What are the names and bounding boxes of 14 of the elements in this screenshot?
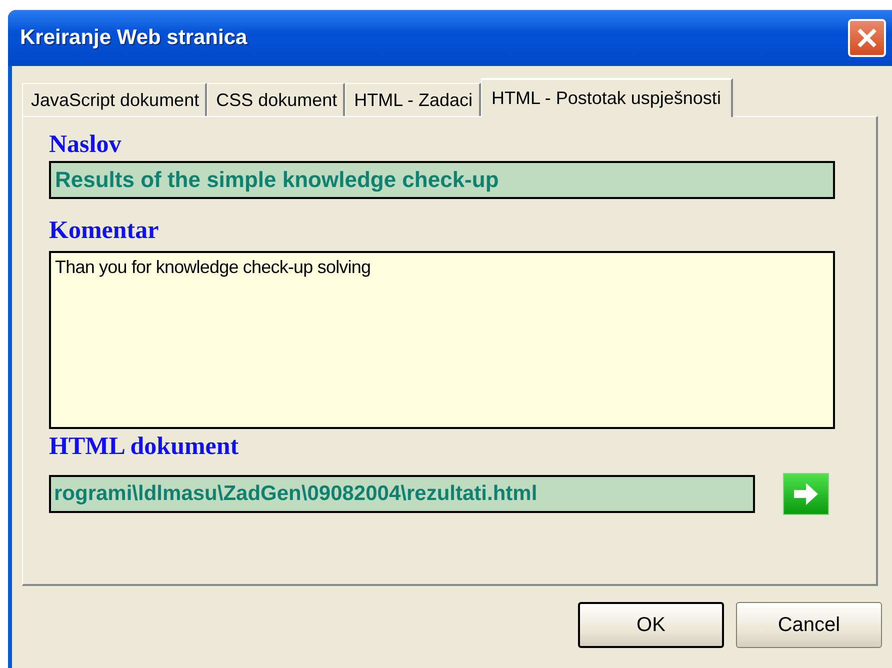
field-label: Naslov [49,131,122,159]
go-button[interactable] [783,473,829,515]
field-label: Komentar [49,217,159,245]
tab[interactable]: HTML - Postotak uspješnosti [480,78,733,117]
tab[interactable]: JavaScript dokument [22,83,208,116]
comment-field[interactable]: Than you for knowledge check-up solving [49,251,835,429]
close-icon [855,26,879,50]
tab[interactable]: HTML - Zadaci [345,83,481,116]
field-label: HTML dokument [49,433,239,461]
cancel-button[interactable]: Cancel [736,602,882,648]
ok-button[interactable]: OK [578,602,724,648]
tab[interactable]: CSS dokument [207,83,346,116]
window-title: Kreiranje Web stranica [20,26,248,50]
close-button[interactable] [848,19,886,57]
